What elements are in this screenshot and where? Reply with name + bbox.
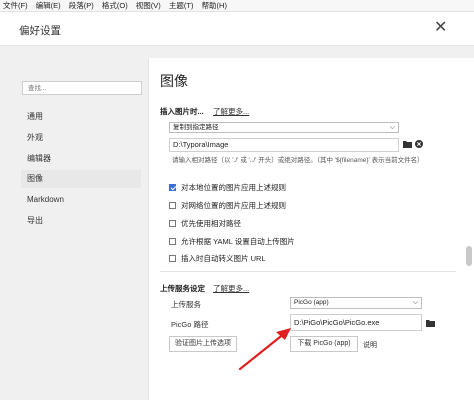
annotation-arrow	[238, 328, 291, 371]
